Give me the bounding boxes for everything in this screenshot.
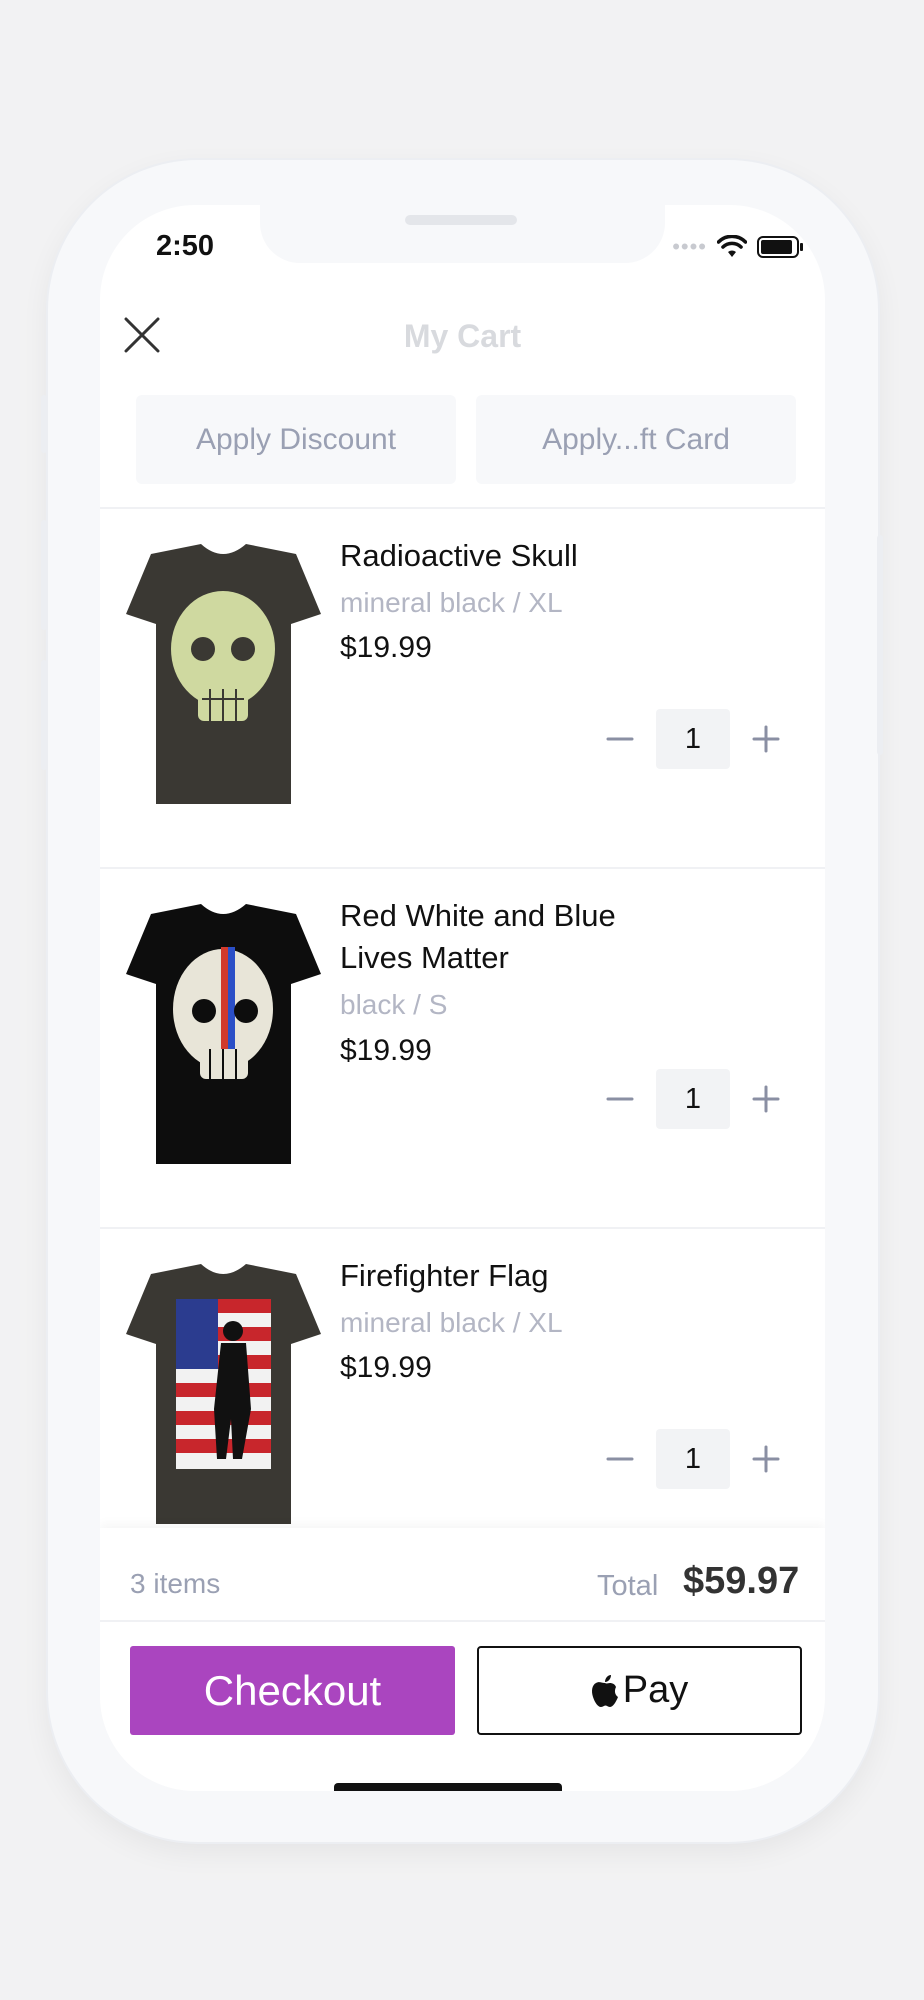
home-indicator	[334, 1783, 562, 1791]
decrease-quantity-button[interactable]	[600, 1079, 640, 1119]
cart-summary-panel: 3 items Total $59.97 Checkout Pay	[100, 1528, 825, 1791]
increase-quantity-button[interactable]	[746, 1079, 786, 1119]
battery-icon	[757, 236, 803, 258]
item-count: 3 items	[130, 1568, 221, 1599]
plus-icon	[752, 1445, 780, 1473]
total-value: $59.97	[683, 1560, 800, 1602]
cart-item: Red White and Blue Lives Matter black / …	[100, 869, 825, 1227]
item-price: $19.99	[340, 1351, 432, 1384]
item-variant: mineral black / XL	[340, 1307, 563, 1338]
increase-quantity-button[interactable]	[746, 719, 786, 759]
plus-icon	[752, 1085, 780, 1113]
item-name[interactable]: Firefighter Flag	[340, 1255, 548, 1297]
divider	[100, 1620, 825, 1622]
plus-icon	[752, 725, 780, 753]
item-price: $19.99	[340, 631, 432, 664]
product-image-red-white-blue-skull	[126, 904, 321, 1164]
checkout-button[interactable]: Checkout	[130, 1646, 455, 1735]
apply-gift-card-button[interactable]: Apply...ft Card	[476, 395, 796, 484]
item-price: $19.99	[340, 1034, 432, 1067]
apple-logo-icon	[591, 1674, 618, 1707]
phone-screen: 2:50 •••• My Cart Apply Discount Apply..…	[100, 205, 825, 1791]
total-label: Total	[597, 1570, 659, 1602]
wifi-icon	[717, 235, 747, 257]
item-variant: black / S	[340, 989, 448, 1020]
quantity-field[interactable]: 1	[656, 1429, 730, 1489]
side-button	[41, 520, 47, 630]
item-name[interactable]: Red White and Blue Lives Matter	[340, 895, 670, 979]
product-image-firefighter-flag	[126, 1264, 321, 1524]
status-time: 2:50	[156, 230, 215, 262]
status-icons: ••••	[672, 235, 805, 259]
product-image-radioactive-skull	[126, 544, 321, 804]
item-name[interactable]: Radioactive Skull	[340, 535, 578, 577]
notch	[260, 205, 665, 263]
minus-icon	[606, 737, 634, 741]
item-variant: mineral black / XL	[340, 587, 563, 618]
apple-pay-label: Pay	[622, 1669, 689, 1711]
minus-icon	[606, 1097, 634, 1101]
decrease-quantity-button[interactable]	[600, 1439, 640, 1479]
side-button	[41, 395, 47, 453]
quantity-field[interactable]: 1	[656, 1069, 730, 1129]
page-title: My Cart	[403, 318, 522, 354]
side-button	[877, 535, 883, 755]
cart-item: Radioactive Skull mineral black / XL $19…	[100, 509, 825, 867]
quantity-field[interactable]: 1	[656, 709, 730, 769]
minus-icon	[606, 1457, 634, 1461]
apple-pay-button[interactable]: Pay	[477, 1646, 802, 1735]
speaker	[405, 215, 517, 225]
increase-quantity-button[interactable]	[746, 1439, 786, 1479]
signal-dots-icon: ••••	[672, 234, 707, 259]
side-button	[41, 660, 47, 770]
decrease-quantity-button[interactable]	[600, 719, 640, 759]
apply-discount-button[interactable]: Apply Discount	[136, 395, 456, 484]
